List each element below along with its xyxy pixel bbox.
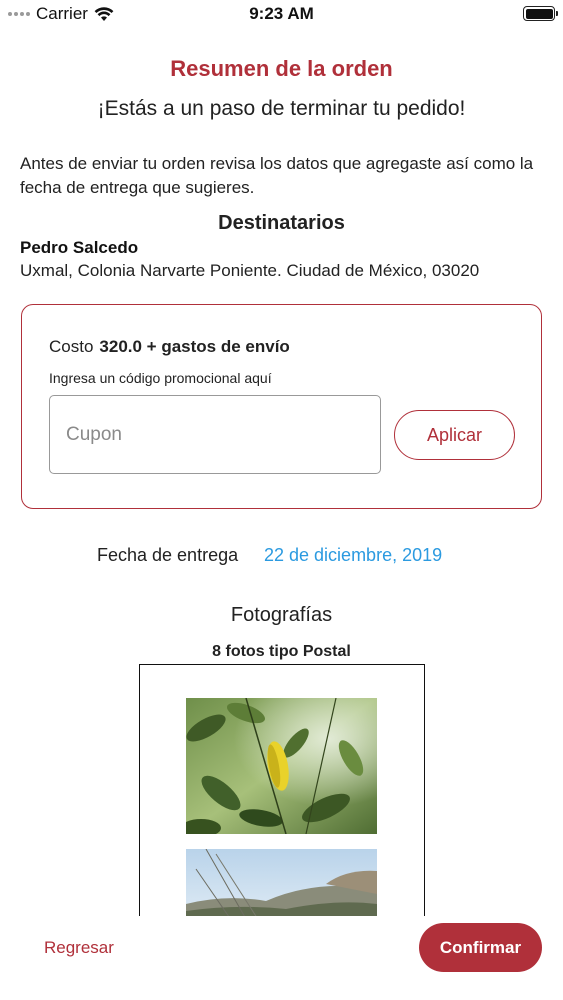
recipients-title: Destinatarios (218, 212, 345, 234)
cost-amount: 320.0 + gastos de envío (99, 337, 290, 356)
status-time: 9:23 AM (249, 4, 314, 23)
delivery-label: Fecha de entrega (97, 545, 239, 565)
delivery-date-link[interactable]: 22 de diciembre, 2019 (264, 545, 442, 566)
page-title: Resumen de la orden (170, 56, 393, 81)
photo-thumbnail (186, 849, 377, 916)
recipient-name: Pedro Salcedo (20, 238, 139, 257)
photos-title: Fotografías (230, 604, 333, 626)
battery-icon (523, 6, 558, 21)
photo-thumbnail (186, 698, 377, 834)
recipient-address: Uxmal, Colonia Narvarte Poniente. Ciudad… (20, 261, 480, 280)
cost-line: Costo 320.0 + gastos de envío (49, 337, 290, 357)
apply-button[interactable]: Aplicar (394, 410, 515, 460)
photo-list[interactable] (139, 664, 425, 916)
bottom-bar: Regresar Confirmar (0, 916, 563, 1000)
photos-type: 8 fotos tipo Postal (212, 643, 351, 660)
status-bar: Carrier 9:23 AM (0, 0, 563, 30)
confirm-button[interactable]: Confirmar (419, 923, 542, 972)
back-button[interactable]: Regresar (44, 938, 114, 958)
intro-text: Antes de enviar tu orden revisa los dato… (20, 154, 534, 197)
cost-label: Costo (49, 337, 94, 356)
page-subtitle: ¡Estás a un paso de terminar tu pedido! (97, 97, 466, 120)
coupon-input[interactable] (49, 395, 381, 474)
promo-label: Ingresa un código promocional aquí (49, 370, 272, 386)
cost-card: Costo 320.0 + gastos de envío Ingresa un … (21, 304, 542, 509)
